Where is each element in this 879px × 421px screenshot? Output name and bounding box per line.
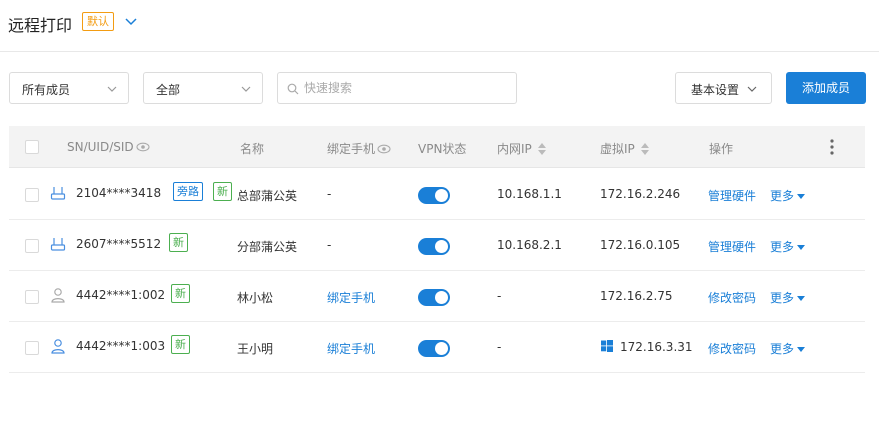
column-phone: 绑定手机 [327,140,391,157]
column-vpn: VPN状态 [418,142,467,156]
row-virtual-ip: 172.16.0.105 [600,238,681,252]
column-lan-ip[interactable]: 内网IP [497,140,546,157]
change-password-link[interactable]: 修改密码 [708,289,756,306]
table-header: SN/UID/SID 名称 绑定手机 VPN状态 内网IP 虚拟IP 操作 [9,126,865,168]
row-lan-ip: - [497,340,502,354]
row-lan-ip: 10.168.1.1 [497,187,562,201]
eye-icon[interactable] [377,144,391,154]
toggle-knob [435,240,448,253]
user-icon [51,339,65,354]
search-box[interactable] [277,72,517,104]
row-checkbox[interactable] [25,341,39,355]
table-row: 4442****1:003 新 王小明 绑定手机 - 172.16.3.31 修改密码 更多 [9,322,865,373]
row-name: 林小松 [237,291,274,305]
column-lan-ip-label: 内网IP [497,142,532,156]
more-label: 更多 [770,342,795,356]
caret-down-icon [797,194,806,199]
row-name: 总部蒲公英 [237,189,298,203]
bypass-tag: 旁路 [173,182,203,201]
change-password-link[interactable]: 修改密码 [708,340,756,357]
more-dropdown[interactable]: 更多 [770,340,806,357]
page-title: 远程打印 [8,16,73,35]
more-dropdown[interactable]: 更多 [770,238,806,255]
basic-settings-button[interactable]: 基本设置 [675,72,772,104]
row-phone: - [327,187,332,201]
default-badge: 默认 [82,12,114,31]
new-tag: 新 [213,182,232,201]
manage-hardware-link[interactable]: 管理硬件 [708,238,756,255]
windows-icon [601,340,613,352]
table-row: 4442****1:002 新 林小松 绑定手机 - 172.16.2.75 修改密码 更多 [9,271,865,322]
row-name: 王小明 [237,342,274,356]
new-tag: 新 [169,233,188,252]
more-label: 更多 [770,291,795,305]
row-checkbox[interactable] [25,290,39,304]
sort-icon[interactable] [537,143,546,155]
router-icon [50,187,66,200]
router-icon [50,238,66,251]
basic-settings-label: 基本设置 [691,83,740,97]
column-sn: SN/UID/SID [67,140,150,154]
new-tag: 新 [171,335,190,354]
search-icon [287,83,299,95]
row-virtual-ip: 172.16.2.75 [600,289,673,303]
vpn-toggle[interactable] [418,238,450,255]
chevron-down-icon [747,86,757,92]
caret-down-icon [797,245,806,250]
row-lan-ip: - [497,289,502,303]
more-label: 更多 [770,240,795,254]
column-name: 名称 [240,142,265,156]
more-dropdown[interactable]: 更多 [770,289,806,306]
toggle-knob [435,291,448,304]
row-sn: 4442****1:003 [76,339,166,353]
chevron-down-icon[interactable] [124,14,138,28]
more-label: 更多 [770,189,795,203]
chevron-down-icon [241,86,251,92]
caret-down-icon [797,296,806,301]
more-dropdown[interactable]: 更多 [770,187,806,204]
page-header: 远程打印 默认 [0,0,879,52]
bind-phone-link[interactable]: 绑定手机 [327,289,375,306]
row-sn: 2104****3418 [76,186,162,200]
member-filter-select[interactable]: 所有成员 [9,72,129,104]
column-sn-label: SN/UID/SID [67,140,134,154]
chevron-down-icon [107,86,117,92]
search-input[interactable] [304,79,504,97]
column-virtual-ip-label: 虚拟IP [600,142,635,156]
new-tag: 新 [171,284,190,303]
vpn-toggle[interactable] [418,340,450,357]
row-sn: 4442****1:002 [76,288,166,302]
column-virtual-ip[interactable]: 虚拟IP [600,140,649,157]
row-phone: - [327,238,332,252]
row-checkbox[interactable] [25,239,39,253]
select-all-checkbox[interactable] [25,140,39,154]
table-row: 2104****3418 旁路新总部蒲公英 - 10.168.1.1 172.16.2.… [9,169,865,220]
column-phone-label: 绑定手机 [327,142,376,156]
bind-phone-link[interactable]: 绑定手机 [327,340,375,357]
vpn-toggle[interactable] [418,187,450,204]
toggle-knob [435,342,448,355]
more-vertical-icon[interactable] [827,138,837,156]
user-icon [51,288,65,303]
sort-icon[interactable] [640,143,649,155]
member-filter-value: 所有成员 [22,83,71,97]
status-filter-value: 全部 [156,83,181,97]
row-virtual-ip: 172.16.3.31 [620,340,693,354]
row-lan-ip: 10.168.2.1 [497,238,562,252]
eye-icon[interactable] [136,142,150,152]
add-member-button[interactable]: 添加成员 [786,72,866,104]
vpn-toggle[interactable] [418,289,450,306]
manage-hardware-link[interactable]: 管理硬件 [708,187,756,204]
column-actions: 操作 [709,142,734,156]
row-name: 分部蒲公英 [237,240,298,254]
caret-down-icon [797,347,806,352]
row-sn: 2607****5512 [76,237,162,251]
row-checkbox[interactable] [25,188,39,202]
status-filter-select[interactable]: 全部 [143,72,263,104]
toggle-knob [435,189,448,202]
row-virtual-ip: 172.16.2.246 [600,187,681,201]
table-row: 2607****5512 新 分部蒲公英 - 10.168.2.1 172.16.0.10… [9,220,865,271]
